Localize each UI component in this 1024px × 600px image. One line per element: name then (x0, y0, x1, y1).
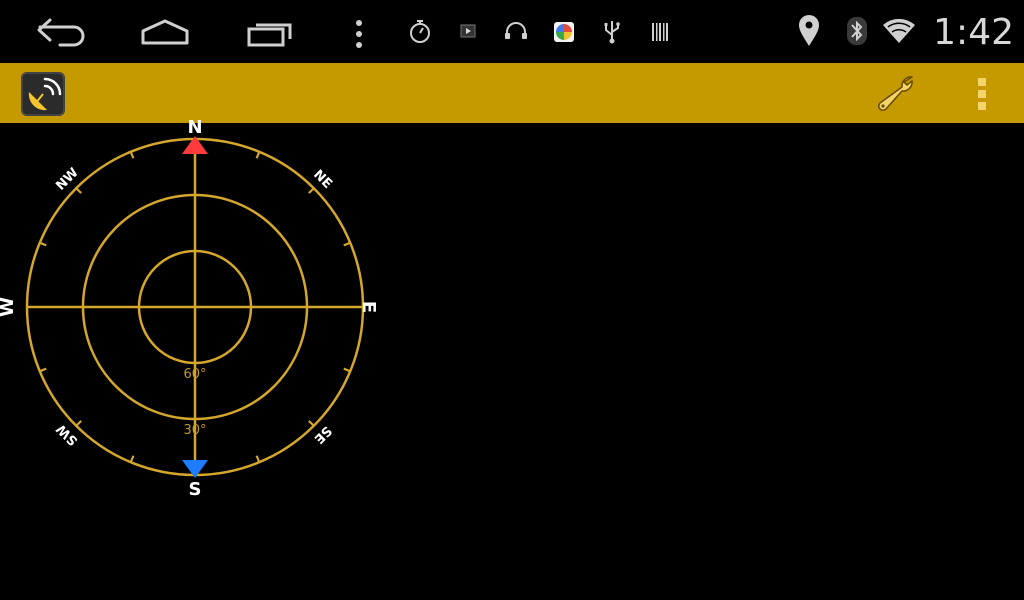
barcode-icon (652, 23, 668, 41)
elevation-30-label: 30° (183, 423, 206, 438)
direction-s: S (189, 479, 202, 498)
compass-sky-plot: N S E W NE NW SE SW 60° 30° (0, 118, 379, 498)
compass-tick (308, 420, 316, 428)
wrench-icon[interactable] (872, 73, 924, 113)
compass-tick (308, 186, 316, 194)
location-pin-icon (799, 15, 819, 46)
direction-e: E (358, 301, 379, 313)
overflow-menu-icon[interactable] (968, 73, 996, 113)
photo-app-icon (554, 22, 574, 42)
elevation-60-label: 60° (183, 367, 206, 382)
satellite-dish-icon[interactable] (21, 72, 65, 116)
app-bar (0, 63, 1024, 123)
back-icon[interactable] (36, 16, 86, 48)
stopwatch-icon (410, 20, 430, 43)
recent-apps-icon[interactable] (246, 18, 296, 48)
usb-icon (604, 21, 620, 44)
wifi-icon (883, 18, 915, 43)
media-play-icon (460, 24, 476, 38)
direction-w: W (0, 297, 18, 317)
headset-icon (505, 22, 527, 39)
clock: 1:42 (933, 12, 1014, 53)
bluetooth-icon (847, 17, 867, 45)
menu-dots-icon[interactable] (352, 18, 366, 50)
direction-n: N (187, 118, 202, 138)
compass-tick (74, 420, 82, 428)
status-bar: 1:42 (0, 0, 1024, 63)
compass-tick (74, 186, 82, 194)
home-icon[interactable] (140, 18, 190, 46)
